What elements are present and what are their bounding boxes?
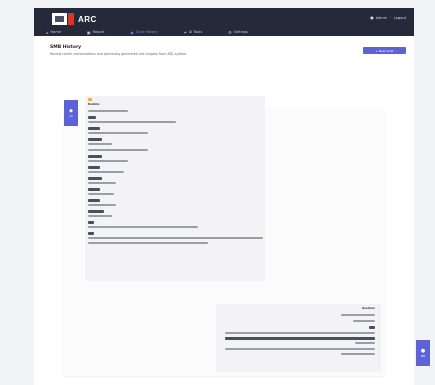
text-line: [88, 132, 148, 135]
nav-item-home[interactable]: ⌂ Home: [34, 28, 61, 36]
main-nav: ⌂ Home ▣ Report ◉ Chat History ✦ AI Tools ⚙ S…: [34, 28, 414, 36]
text-line: [88, 127, 100, 130]
text-line: [88, 242, 208, 245]
user-heading: Question: [361, 307, 375, 310]
app-header: ARC ● Admin · Logout ⌂ Home ▣ Report ◉ Chat…: [34, 8, 414, 36]
text-line: [341, 353, 375, 356]
text-line: [88, 166, 100, 169]
text-line: [88, 110, 128, 113]
text-line: [88, 155, 102, 158]
text-line: [225, 332, 375, 335]
new-chat-button[interactable]: + New Chat: [363, 47, 406, 54]
assistant-heading: Bulletin: [88, 103, 100, 106]
nav-item-settings[interactable]: ⚙ Settings: [216, 28, 248, 36]
text-line: [341, 314, 375, 317]
text-line: [88, 226, 198, 229]
logo-text: ARC: [78, 14, 97, 24]
logout-link[interactable]: Logout: [394, 16, 406, 20]
text-line: [225, 348, 375, 351]
divider: ·: [389, 15, 392, 20]
text-line: [88, 171, 124, 174]
text-line: [88, 188, 100, 191]
home-icon: ⌂: [46, 29, 49, 35]
chat-thread: ◆ AI Bulletin Question ● ME: [64, 96, 430, 376]
text-line: [88, 193, 114, 196]
text-line: [88, 121, 176, 124]
text-line: [88, 215, 112, 218]
text-line: [88, 182, 116, 185]
user-name: Admin: [375, 15, 387, 20]
page-title: SMB History: [50, 45, 82, 50]
text-line: [225, 337, 375, 340]
user-icon: ●: [370, 15, 374, 20]
text-line: [88, 199, 100, 202]
page-subtitle: Review recent conversations and previous…: [50, 52, 188, 56]
message-indicator: [88, 98, 92, 101]
main-content: SMB History Review recent conversations …: [34, 36, 430, 385]
text-line: [88, 116, 96, 119]
text-line: [88, 138, 102, 141]
user-message: Question: [216, 304, 381, 372]
settings-icon: ⚙: [228, 29, 232, 35]
report-icon: ▣: [86, 29, 91, 35]
text-line: [88, 177, 102, 180]
tools-icon: ✦: [183, 29, 187, 35]
app-logo[interactable]: ARC: [52, 12, 97, 26]
text-line: [88, 237, 263, 240]
text-line: [88, 210, 104, 213]
assistant-message: Bulletin: [85, 96, 265, 281]
chat-icon: ◉: [130, 29, 134, 35]
text-line: [88, 149, 148, 152]
text-line: [88, 160, 128, 163]
text-line: [88, 143, 112, 146]
logo-mark: [52, 13, 67, 25]
text-line: [88, 221, 94, 224]
text-line: [355, 342, 375, 345]
text-line: [369, 326, 375, 329]
user-menu[interactable]: ● Admin · Logout: [370, 15, 406, 20]
text-line: [88, 232, 94, 235]
assistant-avatar: ◆ AI: [64, 100, 78, 126]
nav-item-ai-tools[interactable]: ✦ AI Tools: [172, 28, 203, 36]
logo-accent: [68, 13, 74, 25]
text-line: [353, 320, 375, 323]
nav-item-chat-history[interactable]: ◉ Chat History: [118, 28, 157, 36]
text-line: [88, 204, 116, 207]
user-avatar: ● ME: [416, 340, 430, 366]
nav-item-report[interactable]: ▣ Report: [75, 28, 104, 36]
